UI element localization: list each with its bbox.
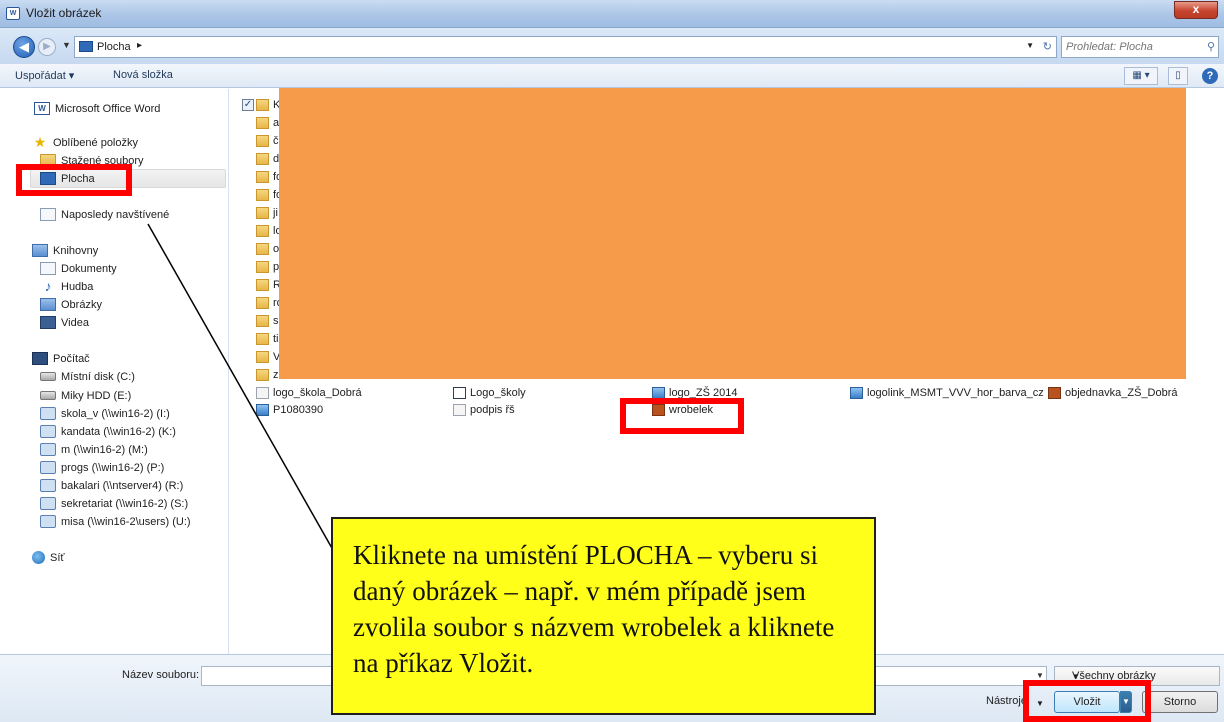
instruction-callout: Kliknete na umístění PLOCHA – vyberu si … [331, 517, 876, 715]
